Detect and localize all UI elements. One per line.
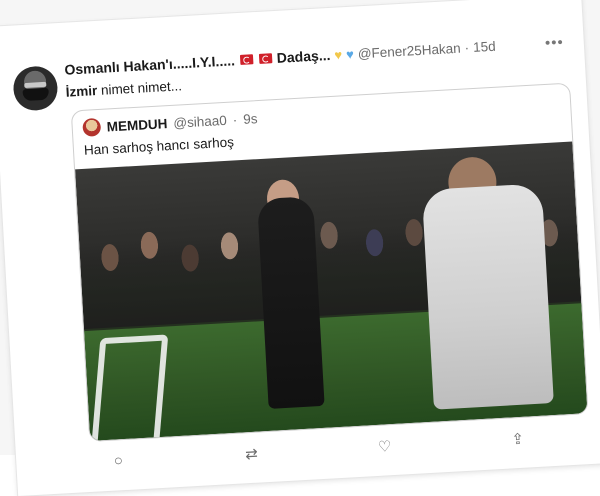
tweet-text: İzmir nimet nimet... (65, 78, 182, 99)
tweet-card[interactable]: Osmanlı Hakan'ı.....I.Y.I..... Dadaş... … (0, 0, 600, 496)
quoted-separator: · (232, 111, 238, 127)
turkish-flag-icon (258, 53, 273, 64)
tweet-text-bold: İzmir (65, 82, 98, 100)
author-display-name[interactable]: Osmanlı Hakan'ı.....I.Y.I..... (64, 52, 235, 77)
quoted-video[interactable] (75, 141, 588, 441)
header-separator: · (464, 39, 470, 55)
video-person-dark-suit (257, 196, 325, 409)
quoted-tweet[interactable]: MEMDUH @sihaa0 · 9s Han sarhoş hancı sar… (70, 82, 589, 442)
like-heart-icon[interactable]: ♡ (374, 437, 395, 456)
quoted-tweet-header: MEMDUH @sihaa0 · 9s (82, 109, 258, 137)
more-horizontal-icon[interactable]: ••• (544, 33, 564, 51)
author-handle[interactable]: @Fener25Hakan (357, 40, 461, 61)
blue-heart-icon: ♥ (345, 46, 355, 62)
tweet-text-rest: nimet nimet... (96, 78, 183, 98)
share-icon[interactable]: ⇪ (507, 430, 528, 449)
video-white-chair (90, 334, 169, 441)
video-dancer-light-jacket (421, 183, 554, 410)
quoted-author-handle[interactable]: @sihaa0 (173, 112, 227, 130)
tweet-header: Osmanlı Hakan'ı.....I.Y.I..... Dadaş... … (64, 31, 564, 81)
author-display-name-suffix[interactable]: Dadaş... (276, 47, 331, 66)
quoted-avatar[interactable] (82, 117, 102, 137)
yellow-heart-icon: ♥ (333, 46, 343, 63)
quoted-time[interactable]: 9s (243, 111, 258, 127)
stage: Osmanlı Hakan'ı.....I.Y.I..... Dadaş... … (0, 0, 600, 496)
quoted-tweet-text: Han sarhoş hancı sarhoş (83, 134, 235, 158)
quoted-author-name[interactable]: MEMDUH (106, 116, 167, 134)
turkish-flag-icon (239, 54, 254, 65)
avatar[interactable] (12, 65, 59, 112)
retweet-icon[interactable]: ⇄ (241, 444, 262, 464)
tweet-time[interactable]: 15d (473, 38, 496, 54)
avatar-mask (22, 87, 50, 102)
